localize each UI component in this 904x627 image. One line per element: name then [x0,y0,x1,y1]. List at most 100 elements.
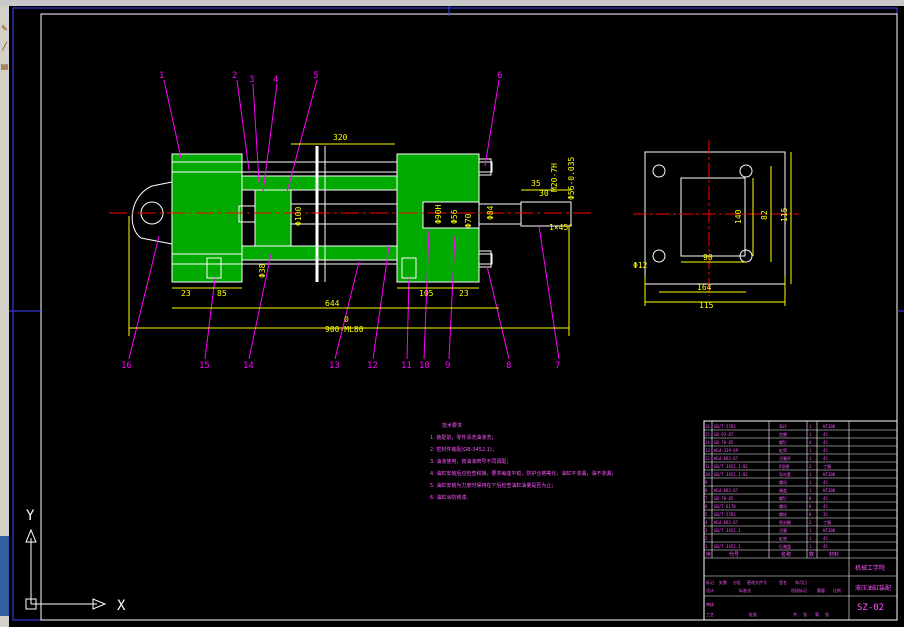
svg-text:螺母: 螺母 [779,479,787,485]
svg-text:螺母: 螺母 [779,503,787,509]
svg-text:HT200: HT200 [823,528,836,533]
bolt-hole-tl [652,164,666,178]
part-label: 7 [555,361,560,371]
svg-text:GB/T 3452.1: GB/T 3452.1 [714,544,741,549]
part-label: 10 [419,361,430,371]
notes-title: 技术要求 [442,423,463,429]
title-block: 16 GB/T-5783 耳环 1 HT200 15 GB-93-87 垫圈 1 45 14 GB… [703,420,898,621]
svg-text:13: 13 [705,448,710,453]
svg-text:14: 14 [705,440,710,445]
svg-text:标准化: 标准化 [739,587,751,593]
dim-900: 900-ML80 [325,325,364,334]
dim-644: 644 [325,299,340,308]
svg-text:1: 1 [809,480,812,485]
svg-text:GB/T 3452.1-92: GB/T 3452.1-92 [714,472,748,477]
pencil-icon[interactable]: ✎ [0,24,9,34]
nut-bottom [478,250,492,268]
dim-phi100: Φ100 [294,207,303,226]
svg-text:45: 45 [823,496,828,501]
svg-text:工艺: 工艺 [706,612,714,617]
part-label: 3 [249,75,254,85]
drawing-canvas[interactable]: 1 2 3 4 5 6 16 15 14 13 12 11 10 9 8 7 3… [9,6,904,627]
sign-rows: 标记 处数 分区 更改文件号 签名 年月日 设计 标准化 阶段标记 重量 比例 … [706,579,841,617]
part-label: 1 [159,71,164,81]
dim-35: 35 [531,179,541,188]
svg-text:1: 1 [809,456,812,461]
svg-text:15: 15 [705,432,710,437]
dim-phi56-tol: Φ56-0.035 [567,156,576,200]
svg-text:HT200: HT200 [823,424,836,429]
svg-text:导向套: 导向套 [779,471,791,477]
dim-85: 85 [217,289,227,298]
svg-text:GB/T-5783: GB/T-5783 [714,512,736,517]
svg-text:螺栓: 螺栓 [779,511,787,517]
dim-phi70: Φ70 [464,213,473,228]
svg-text:GB-93-87: GB-93-87 [714,432,734,437]
svg-text:缸筒: 缸筒 [779,447,787,453]
svg-text:2: 2 [809,520,812,525]
svg-text:活塞杆: 活塞杆 [779,455,791,461]
svg-text:45: 45 [823,448,828,453]
part-label: 16 [121,361,132,371]
dim-m20: M20-7H [550,163,559,192]
dim-115h: 115 [699,301,714,310]
svg-text:分区: 分区 [733,579,741,585]
svg-text:1: 1 [809,472,812,477]
svg-text:GB/T 3452.1: GB/T 3452.1 [714,528,741,533]
nut-top [478,158,492,176]
svg-text:耳环: 耳环 [779,424,787,429]
svg-text:HT200: HT200 [823,488,836,493]
svg-text:1: 1 [809,536,812,541]
svg-text:1: 1 [809,488,812,493]
svg-text:2: 2 [809,464,812,469]
ucs-x-label: X [117,598,126,614]
svg-text:代号: 代号 [729,551,739,558]
drawing-number: SZ-02 [857,603,884,613]
dim-320: 320 [333,133,348,142]
svg-text:O型圈: O型圈 [779,463,789,469]
part-label: 2 [232,71,237,81]
part-label: 8 [506,361,511,371]
svg-text:张: 张 [825,611,829,617]
layer-panel-tab[interactable] [0,536,9,616]
note-line: 4. 油缸安装后应检查和接，要求每座平稳，防护合格等化，油缸不渗漏，油不渗漏； [430,471,617,477]
svg-text:比例: 比例 [833,587,841,593]
svg-text:4: 4 [705,520,708,525]
bolt-hole-tr [739,164,753,178]
svg-text:45: 45 [823,480,828,485]
svg-text:缸底: 缸底 [779,535,787,541]
svg-text:6: 6 [705,504,708,509]
svg-text:16: 16 [705,424,710,429]
svg-text:材料: 材料 [829,551,839,558]
part-label: 12 [367,361,378,371]
bom-header: 序 代号 名称 数 材料 [706,551,839,558]
svg-text:8: 8 [809,496,812,501]
line-icon[interactable]: ╱ [0,42,9,52]
svg-text:更改文件号: 更改文件号 [747,579,767,585]
svg-text:1: 1 [809,432,812,437]
dim-phi84: Φ84 [486,205,495,220]
svg-text:8: 8 [809,512,812,517]
svg-text:年月日: 年月日 [795,579,807,585]
svg-text:HG4-692-67: HG4-692-67 [714,456,739,461]
note-line: 5. 油缸安装为力度时保持在下后检查油缸油量是否为止； [430,483,557,489]
svg-text:序: 序 [706,551,711,558]
piston [254,189,292,247]
svg-text:审核: 审核 [706,601,714,607]
part-label: 9 [445,361,450,371]
svg-text:签名: 签名 [779,579,787,585]
dim-90: 90 [703,253,713,262]
svg-text:1: 1 [809,528,812,533]
svg-text:HT200: HT200 [823,472,836,477]
svg-text:5: 5 [705,512,708,517]
part-label: 6 [497,71,502,81]
dim-105: 105 [419,289,434,298]
svg-text:活塞: 活塞 [779,527,787,533]
svg-text:张: 张 [803,611,807,617]
dim-chamfer: 1×45° [549,223,573,232]
svg-text:标记: 标记 [706,579,714,585]
svg-text:35: 35 [823,512,828,517]
dim-phi90: Φ90H [434,205,443,224]
hatch-icon[interactable]: ▤ [0,62,9,72]
svg-text:第: 第 [815,611,819,617]
